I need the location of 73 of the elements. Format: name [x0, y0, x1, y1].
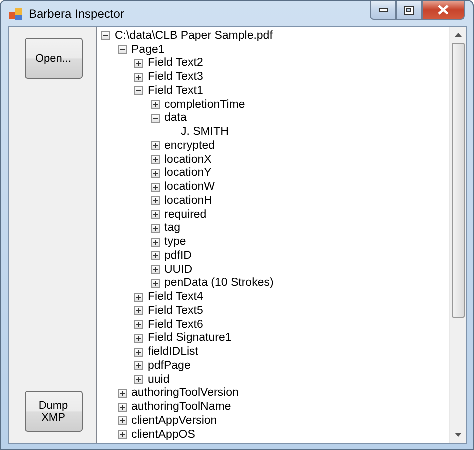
tree-node[interactable]: Field Text5 [148, 304, 204, 317]
tree-node[interactable]: clientAppVersion [132, 414, 218, 427]
tree-node[interactable]: Field Signature1 [148, 332, 232, 344]
tree-node[interactable]: fieldIDList [148, 346, 198, 358]
expand-toggle[interactable] [118, 388, 126, 398]
maximize-button[interactable] [396, 1, 422, 20]
expand-toggle[interactable] [118, 402, 126, 412]
expand-toggle[interactable] [118, 416, 126, 426]
tree-node[interactable]: Page1 [132, 44, 165, 56]
tree-node[interactable]: encrypted [164, 140, 216, 152]
collapse-toggle[interactable] [134, 86, 143, 96]
minimize-icon [378, 8, 388, 12]
tree-node[interactable]: Field Text4 [148, 291, 204, 304]
tree-node[interactable]: locationX [164, 154, 212, 166]
tree-node[interactable]: Field Text6 [148, 318, 204, 331]
tree-node[interactable]: penData (10 Strokes) [164, 277, 274, 290]
tree-node[interactable]: authoringToolName [132, 401, 232, 414]
expand-toggle[interactable] [134, 292, 143, 302]
window-title: Barbera Inspector [29, 6, 126, 20]
tree-node[interactable]: completionTime [164, 98, 246, 111]
close-button[interactable] [422, 1, 465, 20]
minimize-button[interactable] [370, 1, 396, 20]
expand-toggle[interactable] [150, 251, 160, 260]
scroll-up-icon [454, 33, 462, 37]
tree-node[interactable]: pdfID [164, 250, 192, 262]
tree-node[interactable]: locationY [164, 167, 212, 180]
tree-node[interactable]: locationH [164, 194, 212, 207]
expand-toggle[interactable] [134, 348, 143, 357]
tree-node[interactable]: data [164, 112, 187, 124]
tree-node[interactable]: C:\data\CLB Paper Sample.pdf [115, 30, 273, 42]
tree-node[interactable]: tag [164, 222, 180, 234]
tree-node[interactable]: authoringToolVersion [132, 387, 239, 400]
tree-node[interactable]: J. SMITH [181, 126, 229, 138]
expand-toggle[interactable] [134, 334, 143, 343]
close-icon [438, 5, 449, 15]
tree-node[interactable]: required [164, 208, 207, 221]
expand-toggle[interactable] [150, 265, 160, 274]
scroll-thumb[interactable] [452, 43, 464, 318]
collapse-toggle[interactable] [118, 45, 126, 54]
tree-node[interactable]: uuid [148, 374, 170, 386]
expand-toggle[interactable] [150, 182, 160, 192]
tree-node[interactable]: Field Text2 [148, 57, 204, 70]
expand-toggle[interactable] [134, 320, 143, 330]
expand-toggle[interactable] [150, 196, 160, 206]
expand-toggle[interactable] [134, 58, 143, 68]
expand-toggle[interactable] [150, 168, 160, 178]
scrollbar[interactable] [449, 27, 466, 443]
expand-toggle[interactable] [150, 100, 160, 110]
restore-icon [404, 6, 414, 14]
tree-node[interactable]: pdfPage [148, 360, 191, 372]
tree-node[interactable]: locationW [164, 181, 215, 194]
expand-toggle[interactable] [134, 306, 143, 316]
expand-toggle[interactable] [134, 375, 143, 384]
collapse-toggle[interactable] [101, 31, 110, 40]
scroll-down-icon [454, 433, 462, 437]
tree-node[interactable]: Field Text1 [148, 84, 204, 97]
dump-button[interactable]: Dump XMP [24, 391, 82, 432]
expand-toggle[interactable] [150, 224, 160, 233]
expand-toggle[interactable] [150, 278, 160, 288]
expand-toggle[interactable] [118, 430, 126, 440]
open-button[interactable]: Open... [24, 38, 82, 79]
expand-toggle[interactable] [134, 72, 143, 82]
expand-toggle[interactable] [150, 155, 160, 164]
tree-node[interactable]: type [164, 236, 186, 248]
expand-toggle[interactable] [150, 238, 160, 247]
tree-node[interactable]: UUID [164, 264, 193, 276]
tree-node[interactable]: Field Text3 [148, 71, 204, 84]
collapse-toggle[interactable] [150, 114, 160, 123]
app-icon [9, 6, 23, 20]
expand-toggle[interactable] [134, 361, 143, 370]
tree-node[interactable]: clientAppOS [132, 428, 196, 441]
expand-toggle[interactable] [150, 210, 160, 220]
expand-toggle[interactable] [150, 141, 160, 150]
